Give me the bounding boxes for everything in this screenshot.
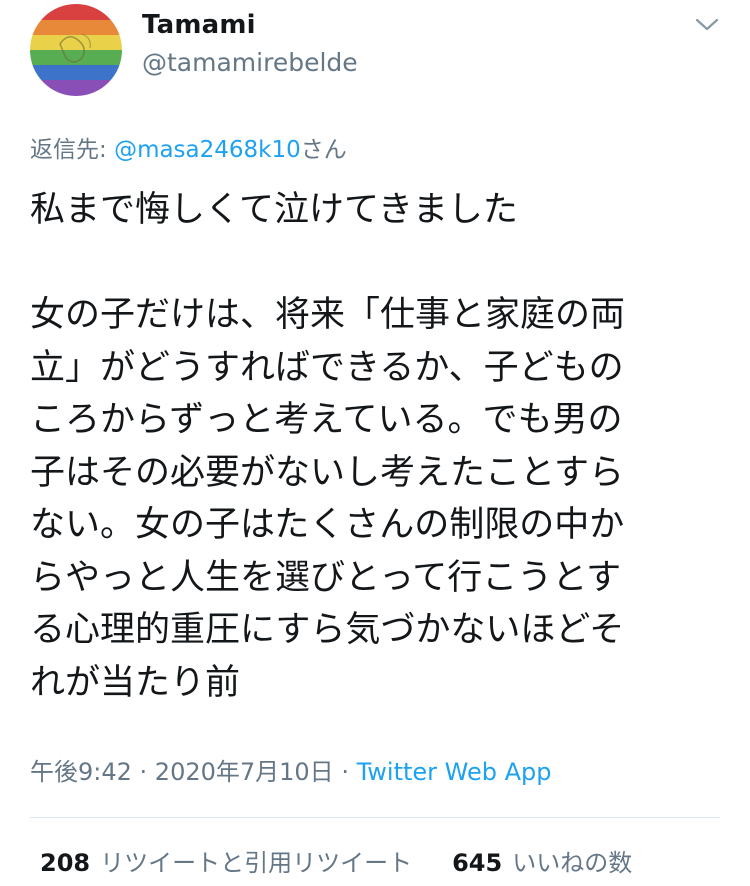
tweet-stats: 208 リツイートと引用リツイート 645 いいねの数: [40, 843, 632, 878]
likes-stat[interactable]: 645 いいねの数: [452, 843, 632, 878]
tweet-text-line: 女の子だけは、将来「仕事と家庭の両: [30, 295, 626, 335]
tweet-text-line: ない。女の子はたくさんの制限の中か: [30, 505, 625, 545]
reply-to-prefix: 返信先:: [30, 137, 115, 163]
reply-to: 返信先: @masa2468k10さん: [30, 130, 347, 164]
tweet-text-line: 子はその必要がないし考えたことすら: [30, 452, 624, 493]
meta-separator: ·: [333, 758, 357, 786]
tweet-text-line: 私まで悔しくて泣けてきました: [30, 190, 518, 230]
tweet-text-line: ころからずっと考えている。でも男の: [30, 400, 623, 440]
rainbow-avatar-icon: [30, 4, 122, 96]
reply-mention-link[interactable]: @masa2468k10: [114, 137, 301, 163]
tweet-text-line: らやっと人生を選びとって行こうとす: [30, 557, 622, 598]
tweet-date[interactable]: 2020年7月10日: [155, 758, 334, 786]
tweet-time[interactable]: 午後9:42: [30, 758, 132, 786]
retweets-label: リツイートと引用リツイート: [100, 849, 413, 877]
tweet-text-line: 立」がどうすればできるか、子どもの: [30, 347, 624, 388]
display-name[interactable]: Tamami: [142, 10, 256, 40]
divider: [30, 817, 720, 818]
tweet-meta: 午後9:42 · 2020年7月10日 · Twitter Web App: [30, 752, 551, 787]
avatar[interactable]: [30, 4, 122, 96]
retweets-count: 208: [40, 849, 91, 877]
tweet-text-line: る心理的重圧にすら気づかないほどそ: [30, 610, 625, 650]
likes-count: 645: [452, 849, 503, 877]
retweets-stat[interactable]: 208 リツイートと引用リツイート: [40, 843, 412, 878]
reply-to-suffix: さん: [300, 137, 347, 163]
user-handle[interactable]: @tamamirebelde: [142, 48, 358, 77]
likes-label: いいねの数: [512, 849, 633, 877]
tweet-text-line: れが当たり前: [30, 662, 241, 703]
tweet-text: 私まで悔しくて泣けてきました 女の子だけは、将来「仕事と家庭の両 立」がどうすれ…: [30, 184, 720, 709]
tweet-menu-button[interactable]: [692, 10, 722, 40]
tweet-text-line: [30, 237, 720, 290]
meta-separator: ·: [131, 758, 155, 786]
chevron-down-icon: [695, 18, 719, 31]
tweet-source-link[interactable]: Twitter Web App: [357, 758, 552, 786]
